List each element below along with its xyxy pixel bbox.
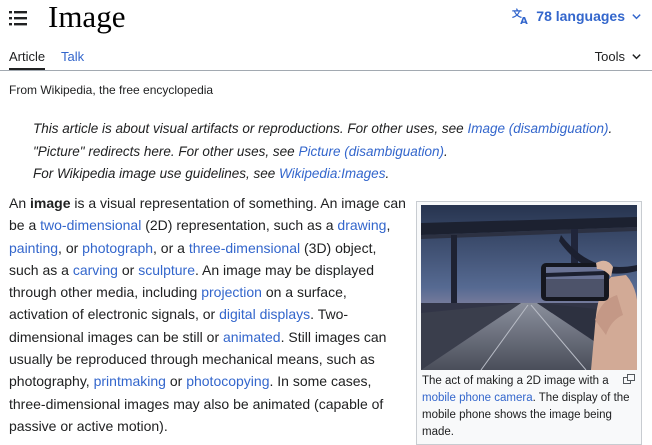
link-mobile-phone-camera[interactable]: mobile phone camera (422, 392, 533, 404)
link-digital-displays[interactable]: digital displays (219, 306, 310, 322)
translate-icon: 文 A (512, 7, 528, 25)
tools-label: Tools (594, 49, 625, 64)
site-tagline: From Wikipedia, the free encyclopedia (9, 83, 214, 97)
link-image-disambiguation[interactable]: Image (disambiguation) (467, 121, 608, 136)
link-wikipedia-images[interactable]: Wikipedia:Images (279, 166, 385, 181)
tab-talk[interactable]: Talk (61, 49, 84, 64)
hatnote-text: . (385, 166, 390, 181)
hatnote-2: "Picture" redirects here. For other uses… (33, 141, 612, 164)
link-carving[interactable]: carving (73, 262, 118, 278)
page-tabs: Article Talk Tools (0, 40, 652, 71)
link-three-dimensional[interactable]: three-dimensional (189, 240, 300, 256)
body-text: , or a (153, 239, 189, 256)
body-text: An (9, 195, 31, 211)
link-sculpture[interactable]: sculpture (138, 262, 195, 278)
page-title: Image (48, 0, 126, 34)
language-count-label: 78 languages (536, 8, 625, 24)
link-drawing[interactable]: drawing (337, 217, 386, 233)
chevron-down-icon (632, 54, 641, 60)
link-printmaking[interactable]: printmaking (94, 373, 166, 389)
figure-thumbnail: The act of making a 2D image with a mobi… (416, 201, 642, 445)
lead-paragraph: An image is a visual representation of s… (9, 192, 409, 437)
hatnote-text: This article is about visual artifacts o… (33, 121, 468, 136)
bold-term: image (30, 195, 71, 211)
tools-menu[interactable]: Tools (595, 49, 642, 64)
body-text: , or (58, 239, 83, 256)
hatnote-text: . (608, 121, 613, 136)
link-two-dimensional[interactable]: two-dimensional (40, 217, 141, 233)
hatnote-text: . (444, 143, 448, 159)
hatnote-1: This article is about visual artifacts o… (33, 118, 612, 141)
hatnote-text: "Picture" redirects here. For other uses… (33, 143, 299, 159)
figure-caption: The act of making a 2D image with a mobi… (422, 373, 634, 441)
caption-text: The act of making a 2D image with a (422, 375, 609, 387)
link-picture-disambiguation[interactable]: Picture (disambiguation) (298, 144, 444, 159)
link-animated[interactable]: animated (223, 329, 281, 345)
link-photocopying[interactable]: photocopying (186, 373, 269, 389)
chevron-down-icon (632, 13, 641, 19)
hatnote-3: For Wikipedia image use guidelines, see … (33, 163, 612, 186)
body-text: , (386, 217, 391, 234)
figure-image[interactable] (421, 205, 637, 370)
active-tab-indicator (9, 68, 45, 70)
body-text: or (165, 373, 187, 390)
link-photograph[interactable]: photograph (82, 240, 153, 256)
link-painting[interactable]: painting (9, 240, 58, 256)
main-menu-icon[interactable] (9, 10, 27, 26)
link-projection[interactable]: projection (201, 284, 262, 300)
hatnotes: This article is about visual artifacts o… (33, 118, 612, 186)
svg-text:A: A (520, 16, 528, 25)
body-text: or (117, 261, 139, 278)
body-text: (2D) representation, such as a (141, 217, 338, 234)
tab-article[interactable]: Article (9, 49, 45, 64)
hatnote-text: For Wikipedia image use guidelines, see (33, 166, 280, 181)
language-button[interactable]: 文 A 78 languages (512, 7, 642, 25)
